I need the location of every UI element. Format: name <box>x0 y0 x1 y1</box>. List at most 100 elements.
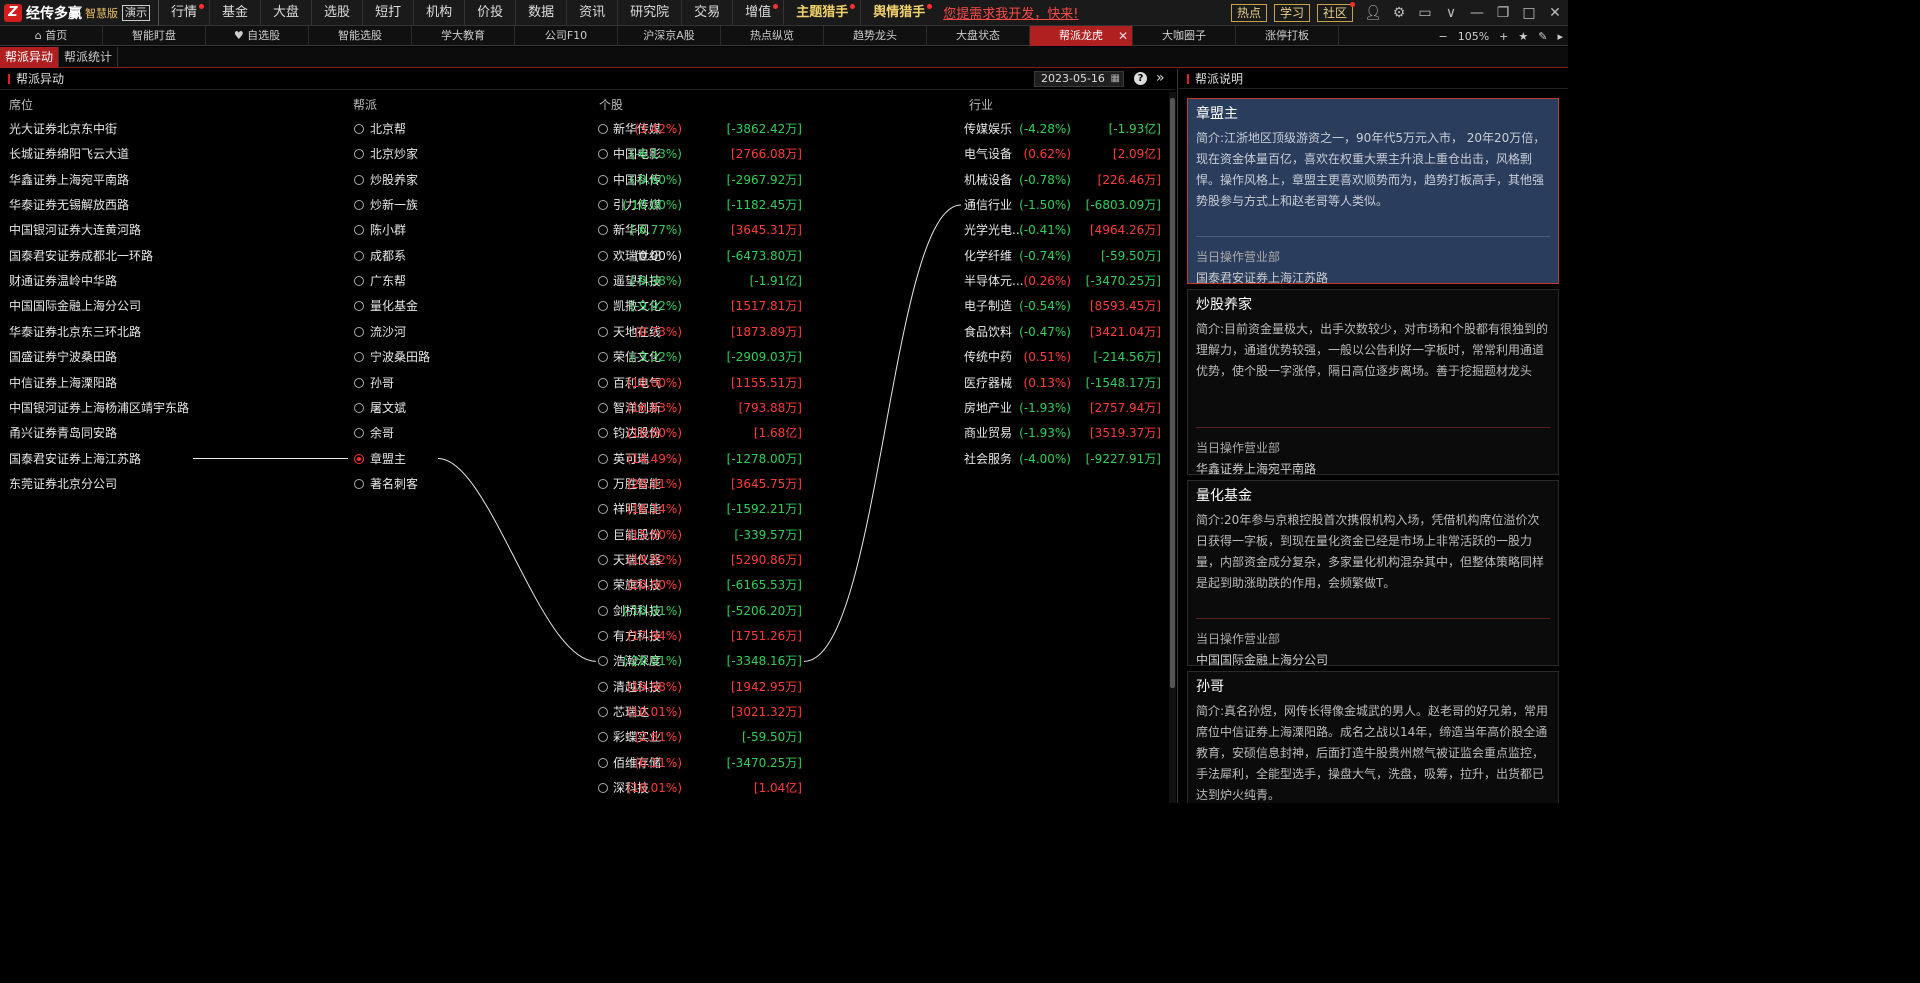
pen-icon[interactable]: ✎ <box>1538 30 1547 43</box>
seat-item[interactable]: 光大证券北京东中街 <box>9 119 117 139</box>
menu-item[interactable]: 数据 <box>515 0 566 26</box>
radio-button[interactable] <box>598 478 608 489</box>
page-tab[interactable]: 大盘状态 <box>927 26 1030 46</box>
panel-splitter[interactable] <box>1177 69 1178 803</box>
radio-button[interactable] <box>598 250 608 261</box>
gang-card[interactable]: 炒股养家 简介:目前资金量极大，出手次数较少，对市场和个股都有很独到的理解力，通道… <box>1187 289 1559 476</box>
page-tab[interactable]: ♥ 自选股 <box>206 26 309 46</box>
stock-row[interactable]: 引力传媒 (-10.00%) [-1182.45万] <box>598 195 802 215</box>
radio-button[interactable] <box>354 250 364 261</box>
gang-item[interactable]: 孙哥 <box>354 373 394 393</box>
user-icon[interactable]: 👤︎ <box>1360 0 1386 26</box>
minimize-icon[interactable]: — <box>1464 0 1490 26</box>
radio-button[interactable] <box>598 707 608 718</box>
page-tab[interactable]: 趋势龙头 <box>824 26 927 46</box>
gang-item[interactable]: 著名刺客 <box>354 474 418 494</box>
menu-item[interactable]: 研究院 <box>617 0 681 26</box>
radio-button[interactable] <box>598 757 608 768</box>
page-tab[interactable]: 智能选股 <box>309 26 412 46</box>
stock-row[interactable]: 智洋创新 (16.83%) [793.88万] <box>598 398 802 418</box>
radio-button[interactable] <box>598 554 608 565</box>
gang-item[interactable]: 陈小群 <box>354 220 406 240</box>
chevron-down-icon[interactable]: ∨ <box>1438 0 1464 26</box>
radio-button[interactable] <box>598 200 608 211</box>
radio-button[interactable] <box>598 453 608 464</box>
seat-item[interactable]: 东莞证券北京分公司 <box>9 474 117 494</box>
radio-button[interactable] <box>598 656 608 667</box>
stock-row[interactable]: 有方科技 (17.94%) [1751.26万] <box>598 626 802 646</box>
radio-button[interactable] <box>598 301 608 312</box>
menu-item[interactable]: 基金 <box>209 0 260 26</box>
stock-row[interactable]: 中国科传 (-9.60%) [-2967.92万] <box>598 170 802 190</box>
seat-item[interactable]: 中国银河证券上海杨浦区靖宇东路 <box>9 398 189 418</box>
radio-button[interactable] <box>354 225 364 236</box>
radio-button[interactable] <box>598 580 608 591</box>
radio-button[interactable] <box>354 301 364 312</box>
stock-row[interactable]: 深科技 (10.01%) [1.04亿] <box>598 778 802 798</box>
stock-row[interactable]: 清越科技 (19.98%) [1942.95万] <box>598 677 802 697</box>
radio-button[interactable] <box>598 149 608 160</box>
stock-row[interactable]: 天瑞仪器 (19.92%) [5290.86万] <box>598 550 802 570</box>
stock-row[interactable]: 中国电影 (-6.13%) [2766.08万] <box>598 144 802 164</box>
seat-item[interactable]: 国泰君安证券上海江苏路 <box>9 449 141 469</box>
seat-item[interactable]: 长城证券绵阳飞云大道 <box>9 144 129 164</box>
radio-button[interactable] <box>354 149 364 160</box>
radio-button[interactable] <box>598 428 608 439</box>
calendar-icon[interactable]: ▦ <box>1111 72 1120 86</box>
settings-icon[interactable]: ⚙ <box>1386 0 1412 26</box>
industry-row[interactable]: 商业贸易 (-1.93%) [3519.37万] <box>964 423 1161 443</box>
page-tab[interactable]: 公司F10 <box>515 26 618 46</box>
stock-row[interactable]: 百利电气 (10.00%) [1155.51万] <box>598 373 802 393</box>
gang-item[interactable]: 成都系 <box>354 246 406 266</box>
menu-item[interactable]: 交易 <box>681 0 732 26</box>
page-tab[interactable]: 沪深京A股 <box>618 26 721 46</box>
radio-button[interactable] <box>598 174 608 185</box>
stock-row[interactable]: 遥望科技 (-9.98%) [-1.91亿] <box>598 271 802 291</box>
page-tab[interactable]: 智能盯盘 <box>103 26 206 46</box>
maximize-icon[interactable]: □ <box>1516 0 1542 26</box>
gang-item[interactable]: 流沙河 <box>354 322 406 342</box>
radio-button[interactable] <box>354 352 364 363</box>
industry-row[interactable]: 通信行业 (-1.50%) [-6803.09万] <box>964 195 1161 215</box>
gang-item[interactable]: 宁波桑田路 <box>354 347 430 367</box>
radio-button[interactable] <box>598 276 608 287</box>
stock-row[interactable]: 浩瀚深度 (-20.01%) [-3348.16万] <box>598 651 802 671</box>
radio-button[interactable] <box>598 326 608 337</box>
zoom-out-button[interactable]: − <box>1438 30 1447 43</box>
page-tab[interactable]: 热点纵览 <box>721 26 824 46</box>
page-tab[interactable]: 帮派龙虎 ✕ <box>1030 26 1133 46</box>
gang-card[interactable]: 量化基金 简介:20年参与京粮控股首次携假机构入场，凭借机构席位溢价次日获得一字板… <box>1187 480 1559 667</box>
stock-row[interactable]: 芯瑞达 (10.01%) [3021.32万] <box>598 702 802 722</box>
close-icon[interactable]: ✕ <box>1542 0 1568 26</box>
radio-button[interactable] <box>354 276 364 287</box>
radio-button[interactable] <box>354 174 364 185</box>
gang-card[interactable]: 孙哥 简介:真名孙煜，网传长得像金城武的男人。赵老哥的好兄弟，常用席位中信证券上海… <box>1187 671 1559 803</box>
page-tab[interactable]: ⌂ 首页 <box>0 26 103 46</box>
radio-button[interactable] <box>598 377 608 388</box>
restore-icon[interactable]: ❐ <box>1490 0 1516 26</box>
industry-row[interactable]: 光学光电... (-0.41%) [4964.26万] <box>964 220 1161 240</box>
radio-button[interactable] <box>598 732 608 743</box>
radio-button[interactable] <box>598 402 608 413</box>
stock-row[interactable]: 钧达股份 (10.00%) [1.68亿] <box>598 423 802 443</box>
radio-button[interactable] <box>354 124 364 134</box>
seat-item[interactable]: 华泰证券无锡解放西路 <box>9 195 129 215</box>
industry-row[interactable]: 机械设备 (-0.78%) [226.46万] <box>964 170 1161 190</box>
radio-button[interactable] <box>598 124 608 134</box>
quick-button[interactable]: 社区 <box>1316 2 1355 22</box>
sub-tab[interactable]: 帮派异动 <box>0 47 60 68</box>
industry-row[interactable]: 食品饮料 (-0.47%) [3421.04万] <box>964 322 1161 342</box>
stock-row[interactable]: 新华网 (-6.77%) [3645.31万] <box>598 220 802 240</box>
menu-item[interactable]: 行情 <box>158 0 209 26</box>
gang-item[interactable]: 广东帮 <box>354 271 406 291</box>
radio-button[interactable] <box>598 504 608 515</box>
stock-row[interactable]: 祥明智能 (16.14%) [-1592.21万] <box>598 499 802 519</box>
menu-item[interactable]: 短打 <box>362 0 413 26</box>
gang-item[interactable]: 量化基金 <box>354 296 418 316</box>
sub-tab[interactable]: 帮派统计 <box>59 47 119 68</box>
gang-card[interactable]: 章盟主 简介:江浙地区顶级游资之一，90年代5万元入市， 20年20万倍，现在资金… <box>1187 98 1559 285</box>
radio-button[interactable] <box>598 529 608 540</box>
radio-button[interactable] <box>354 200 364 211</box>
radio-button[interactable] <box>598 225 608 236</box>
industry-row[interactable]: 医疗器械 (0.13%) [-1548.17万] <box>964 373 1161 393</box>
